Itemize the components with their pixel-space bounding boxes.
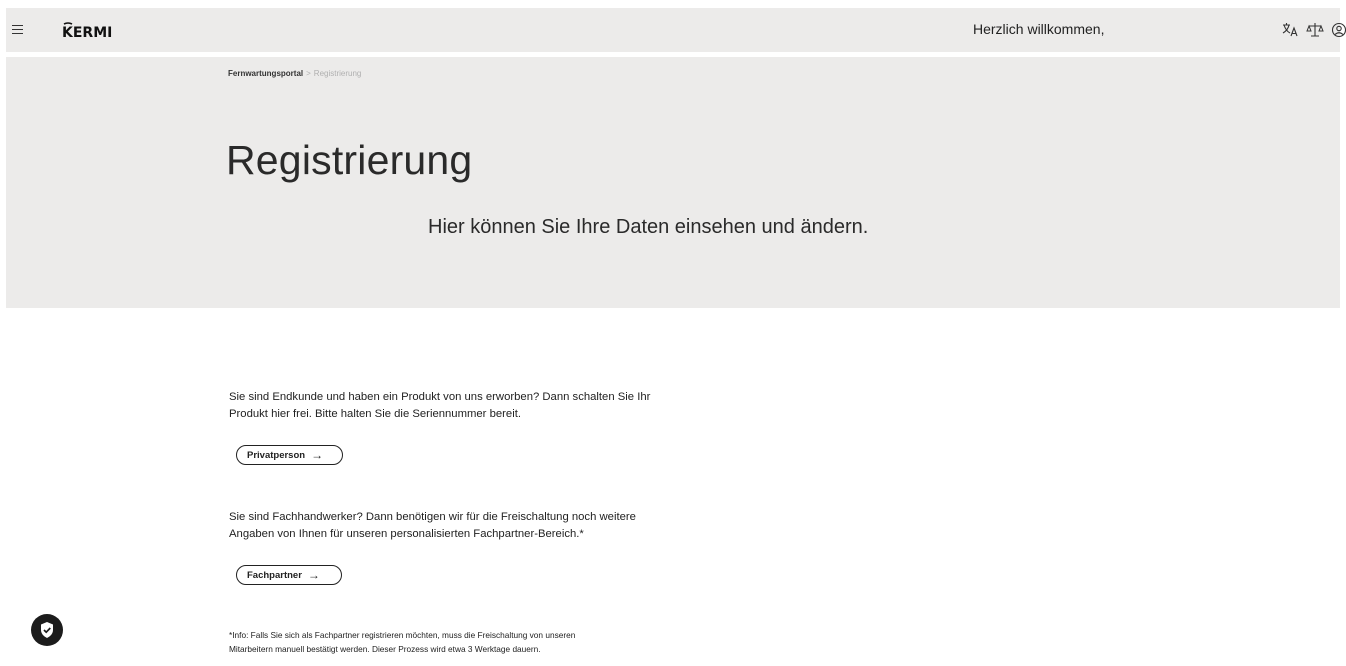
- info-note-line2: Mitarbeitern manuell bestätigt werden. D…: [229, 644, 541, 654]
- top-navigation-bar: KERMI Herzlich willkommen,: [6, 8, 1346, 52]
- partner-description-line2: Angaben von Ihnen für unseren personalis…: [229, 528, 584, 540]
- private-description-line1: Sie sind Endkunde und haben ein Produkt …: [229, 391, 651, 403]
- arrow-right-icon: →: [311, 448, 324, 462]
- private-person-button[interactable]: Privatperson →: [236, 445, 343, 465]
- legal-scale-icon[interactable]: [1304, 19, 1326, 41]
- translate-icon[interactable]: [1279, 19, 1301, 41]
- breadcrumb-current: Registrierung: [313, 69, 362, 78]
- specialist-partner-button[interactable]: Fachpartner →: [236, 565, 342, 585]
- page-title: Registrierung: [226, 137, 473, 183]
- shield-check-icon: [41, 622, 53, 638]
- private-description-line2: Produkt hier frei. Bitte halten Sie die …: [229, 408, 521, 420]
- info-note: *Info: Falls Sie sich als Fachpartner re…: [229, 628, 749, 656]
- info-note-line1: *Info: Falls Sie sich als Fachpartner re…: [229, 630, 576, 640]
- partner-description-line1: Sie sind Fachhandwerker? Dann benötigen …: [229, 511, 636, 523]
- breadcrumb: Fernwartungsportal > Registrierung: [228, 69, 361, 78]
- brand-wordmark: KERMI: [62, 25, 112, 39]
- hero-section: Fernwartungsportal > Registrierung Registr…: [6, 57, 1340, 308]
- welcome-text: Herzlich willkommen,: [973, 21, 1105, 37]
- kermi-logo[interactable]: KERMI: [62, 21, 120, 44]
- private-person-button-label: Privatperson: [247, 449, 306, 461]
- page-subtitle: Hier können Sie Ihre Daten einsehen und …: [428, 216, 869, 238]
- partner-description: Sie sind Fachhandwerker? Dann benötigen …: [229, 509, 749, 543]
- arrow-right-icon: →: [307, 568, 320, 582]
- kermi-logo-graphic: KERMI: [62, 22, 112, 41]
- breadcrumb-separator: >: [306, 69, 311, 78]
- privacy-settings-button[interactable]: [31, 614, 63, 646]
- private-description: Sie sind Endkunde und haben ein Produkt …: [229, 389, 749, 423]
- breadcrumb-root-link[interactable]: Fernwartungsportal: [228, 69, 303, 78]
- menu-icon[interactable]: [10, 20, 30, 40]
- specialist-partner-button-label: Fachpartner: [247, 569, 302, 581]
- user-account-icon[interactable]: [1328, 19, 1346, 41]
